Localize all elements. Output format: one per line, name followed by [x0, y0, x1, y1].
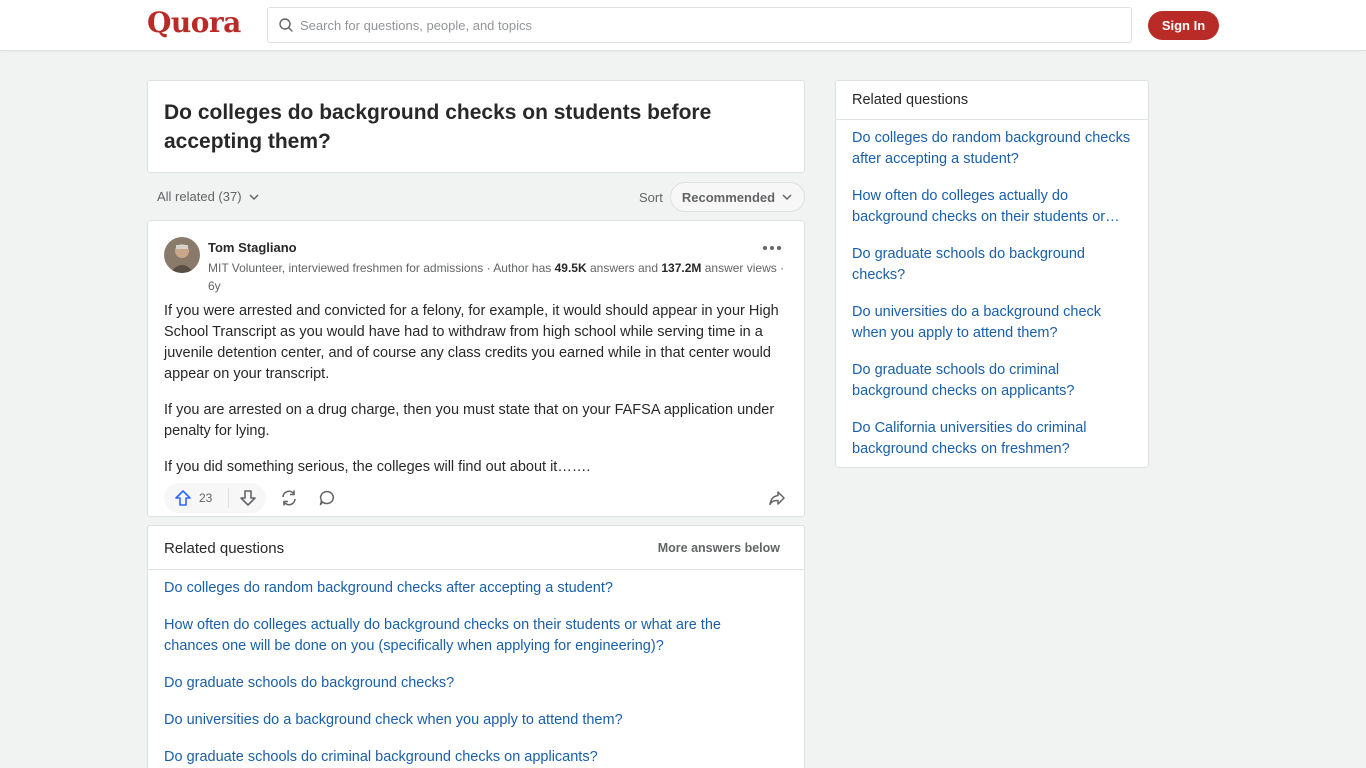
search-icon [279, 18, 293, 32]
avatar[interactable] [164, 237, 200, 273]
reshare-icon [282, 490, 296, 506]
answer-paragraph: If you were arrested and convicted for a… [164, 303, 779, 382]
related-questions-card: Related questions More answers below Do … [147, 525, 805, 768]
sign-in-button[interactable]: Sign In [1148, 11, 1219, 40]
share-arrow-icon [769, 491, 785, 506]
quora-logo[interactable]: Quora [147, 6, 241, 39]
sidebar-related-link[interactable]: Do universities do a background check wh… [852, 302, 1137, 344]
related-questions-header: Related questions More answers below [148, 526, 804, 570]
related-questions-list: Do colleges do random background checks … [148, 570, 804, 768]
sidebar-related-title: Related questions [852, 92, 969, 108]
search-input[interactable] [300, 17, 1100, 33]
related-question-link[interactable]: Do graduate schools do background checks… [164, 673, 764, 694]
downvote-button[interactable] [229, 483, 266, 513]
chevron-down-icon [249, 193, 259, 200]
answers-count: 49.5K [554, 261, 587, 275]
top-header: Quora Sign In [0, 0, 1366, 51]
comment-icon [319, 490, 335, 506]
sort-dropdown[interactable]: Recommended [670, 182, 805, 212]
search-bar[interactable] [267, 7, 1132, 43]
views-count: 137.2M [661, 261, 702, 275]
sidebar-related-questions: Related questions Do colleges do random … [835, 80, 1149, 468]
upvote-button[interactable]: 23 [164, 483, 228, 513]
downvote-arrow-icon [239, 490, 256, 506]
more-answers-below: More answers below [657, 541, 780, 555]
answer-body: If you were arrested and convicted for a… [164, 301, 784, 493]
sidebar-related-link[interactable]: Do California universities do criminal b… [852, 418, 1137, 460]
comment-button[interactable] [312, 483, 342, 513]
related-question-link[interactable]: Do colleges do random background checks … [164, 578, 764, 599]
answer-paragraph: If you are arrested on a drug charge, th… [164, 402, 775, 439]
sidebar-related-list: Do colleges do random background checks … [836, 120, 1148, 460]
sidebar-related-link[interactable]: Do colleges do random background checks … [852, 128, 1137, 170]
answer-card: Tom Stagliano MIT Volunteer, interviewed… [147, 220, 805, 517]
share-reshare-button[interactable] [274, 483, 304, 513]
chevron-down-icon [782, 194, 792, 201]
related-question-link[interactable]: Do universities do a background check wh… [164, 710, 764, 731]
related-question-link[interactable]: How often do colleges actually do backgr… [164, 615, 764, 657]
answer-filter-bar: All related (37) Sort Recommended [147, 181, 805, 213]
upvote-arrow-icon [175, 490, 191, 506]
author-name[interactable]: Tom Stagliano [208, 240, 297, 255]
sort-value: Recommended [681, 189, 776, 205]
answer-paragraph: If you did something serious, the colleg… [164, 459, 591, 475]
sort-label: Sort [639, 190, 663, 205]
all-related-dropdown[interactable]: All related (37) [157, 189, 260, 204]
sidebar-related-link[interactable]: Do graduate schools do criminal backgrou… [852, 360, 1137, 402]
related-question-link[interactable]: Do graduate schools do criminal backgrou… [164, 747, 764, 768]
upvote-count: 23 [199, 491, 213, 505]
question-card: Do colleges do background checks on stud… [147, 80, 805, 173]
sidebar-related-link[interactable]: How often do colleges actually do backgr… [852, 186, 1137, 228]
sidebar-related-header: Related questions [836, 81, 1148, 120]
question-title: Do colleges do background checks on stud… [164, 101, 712, 153]
more-options-icon[interactable] [760, 239, 784, 257]
related-questions-title: Related questions [164, 540, 285, 557]
all-related-label: All related (37) [157, 189, 242, 204]
vote-group: 23 [164, 483, 266, 513]
sidebar-related-link[interactable]: Do graduate schools do background checks… [852, 244, 1137, 286]
author-credential: MIT Volunteer, interviewed freshmen for … [208, 261, 785, 293]
share-button[interactable] [762, 483, 792, 513]
answer-actions: 23 [164, 483, 790, 513]
